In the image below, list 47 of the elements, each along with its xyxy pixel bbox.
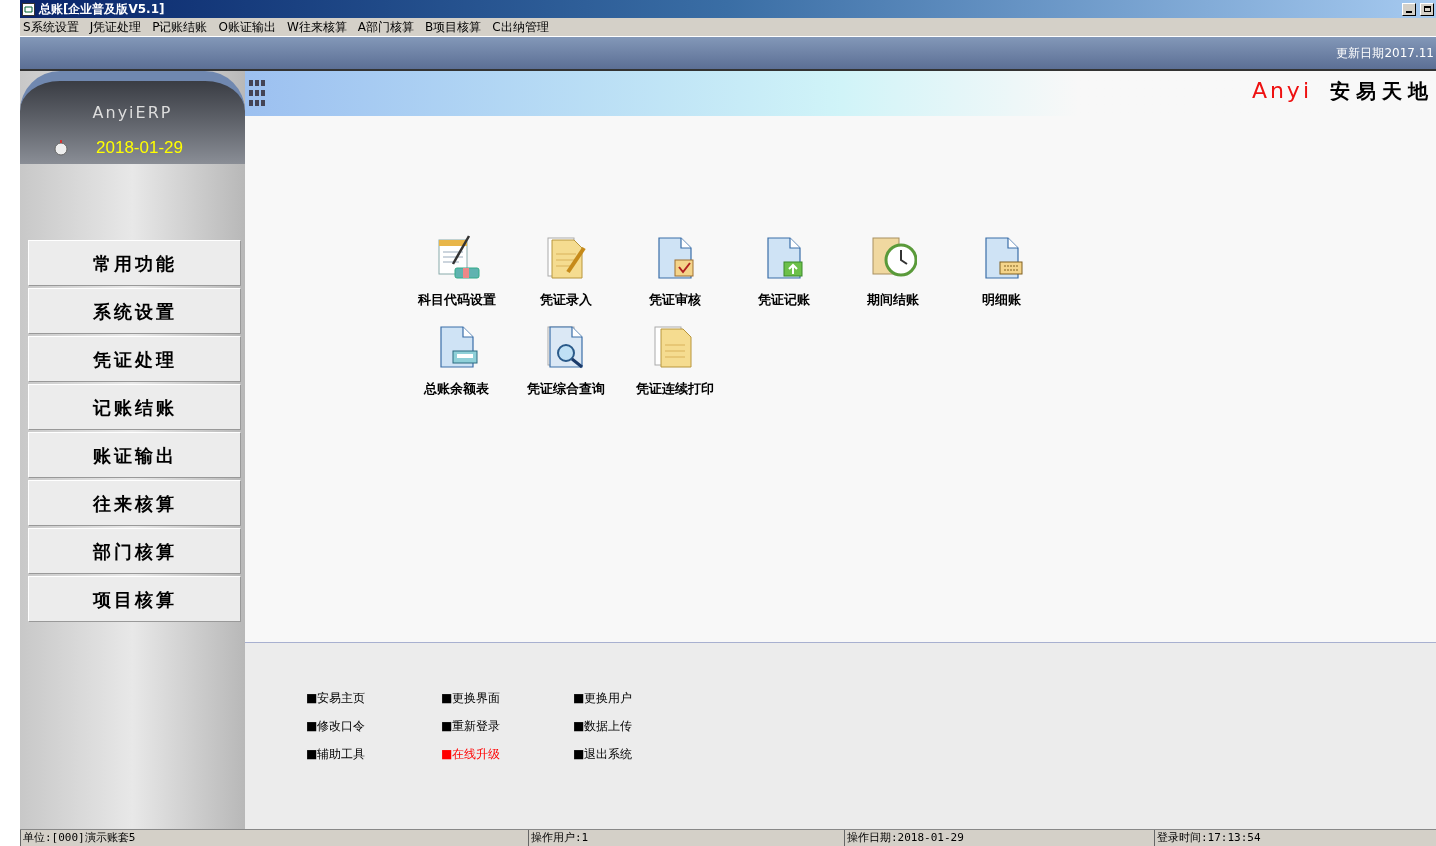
sidebar-button[interactable]: 系统设置: [28, 288, 241, 334]
menu-item[interactable]: P记账结账: [152, 18, 208, 36]
menu-item[interactable]: W往来核算: [286, 18, 347, 36]
function-shortcut[interactable]: 科目代码设置: [402, 234, 511, 310]
function-shortcut[interactable]: 期间结账: [838, 234, 947, 310]
function-shortcut[interactable]: 凭证审核: [620, 234, 729, 310]
function-shortcut[interactable]: 凭证综合查询: [511, 322, 620, 398]
brand-name: AnyiERP: [92, 102, 173, 124]
app-icon: [22, 2, 35, 16]
stopwatch-icon: [52, 139, 70, 156]
menu-item[interactable]: J凭证处理: [89, 18, 142, 36]
quick-link[interactable]: ■重新登录: [441, 717, 573, 735]
menu-item[interactable]: S系统设置: [23, 18, 79, 36]
function-shortcut[interactable]: 总账余额表: [402, 322, 511, 398]
quick-link[interactable]: ■辅助工具: [306, 745, 441, 763]
function-shortcut[interactable]: 凭证记账: [729, 234, 838, 310]
logo-chinese: 安易天地: [1330, 77, 1434, 105]
function-shortcut[interactable]: 明细账: [947, 234, 1056, 310]
function-shortcut[interactable]: 凭证连续打印: [620, 322, 729, 398]
sidebar-button[interactable]: 项目核算: [28, 576, 241, 622]
sidebar-button[interactable]: 凭证处理: [28, 336, 241, 382]
menu-item[interactable]: O账证输出: [218, 18, 276, 36]
quick-link[interactable]: ■修改口令: [306, 717, 441, 735]
quick-link[interactable]: ■更换用户: [573, 689, 693, 707]
sidebar-button[interactable]: 部门核算: [28, 528, 241, 574]
quick-link[interactable]: ■退出系统: [573, 745, 693, 763]
sidebar-button[interactable]: 往来核算: [28, 480, 241, 526]
quick-link[interactable]: ■安易主页: [306, 689, 441, 707]
sidebar-button[interactable]: 常用功能: [28, 240, 241, 286]
status-field: 操作用户:1: [528, 830, 844, 846]
status-field: 登录时间:17:13:54: [1154, 830, 1436, 846]
current-date: 2018-01-29: [96, 137, 183, 159]
update-date: 更新日期2017.11: [1336, 45, 1435, 62]
menu-item[interactable]: B项目核算: [424, 18, 482, 36]
logo-latin: Anyi: [1251, 77, 1312, 105]
quick-link[interactable]: ■更换界面: [441, 689, 573, 707]
sidebar-button[interactable]: 账证输出: [28, 432, 241, 478]
status-field: 操作日期:2018-01-29: [844, 830, 1154, 846]
status-field: 单位:[000]演示账套5: [20, 830, 528, 846]
function-shortcut[interactable]: 凭证录入: [511, 234, 620, 310]
quick-link[interactable]: ■数据上传: [573, 717, 693, 735]
minimize-button[interactable]: [1402, 2, 1416, 16]
restore-button[interactable]: [1420, 2, 1434, 16]
menu-item[interactable]: C出纳管理: [492, 18, 549, 36]
window-title: 总账[企业普及版V5.1]: [39, 1, 165, 18]
menu-item[interactable]: A部门核算: [357, 18, 414, 36]
sidebar-button[interactable]: 记账结账: [28, 384, 241, 430]
